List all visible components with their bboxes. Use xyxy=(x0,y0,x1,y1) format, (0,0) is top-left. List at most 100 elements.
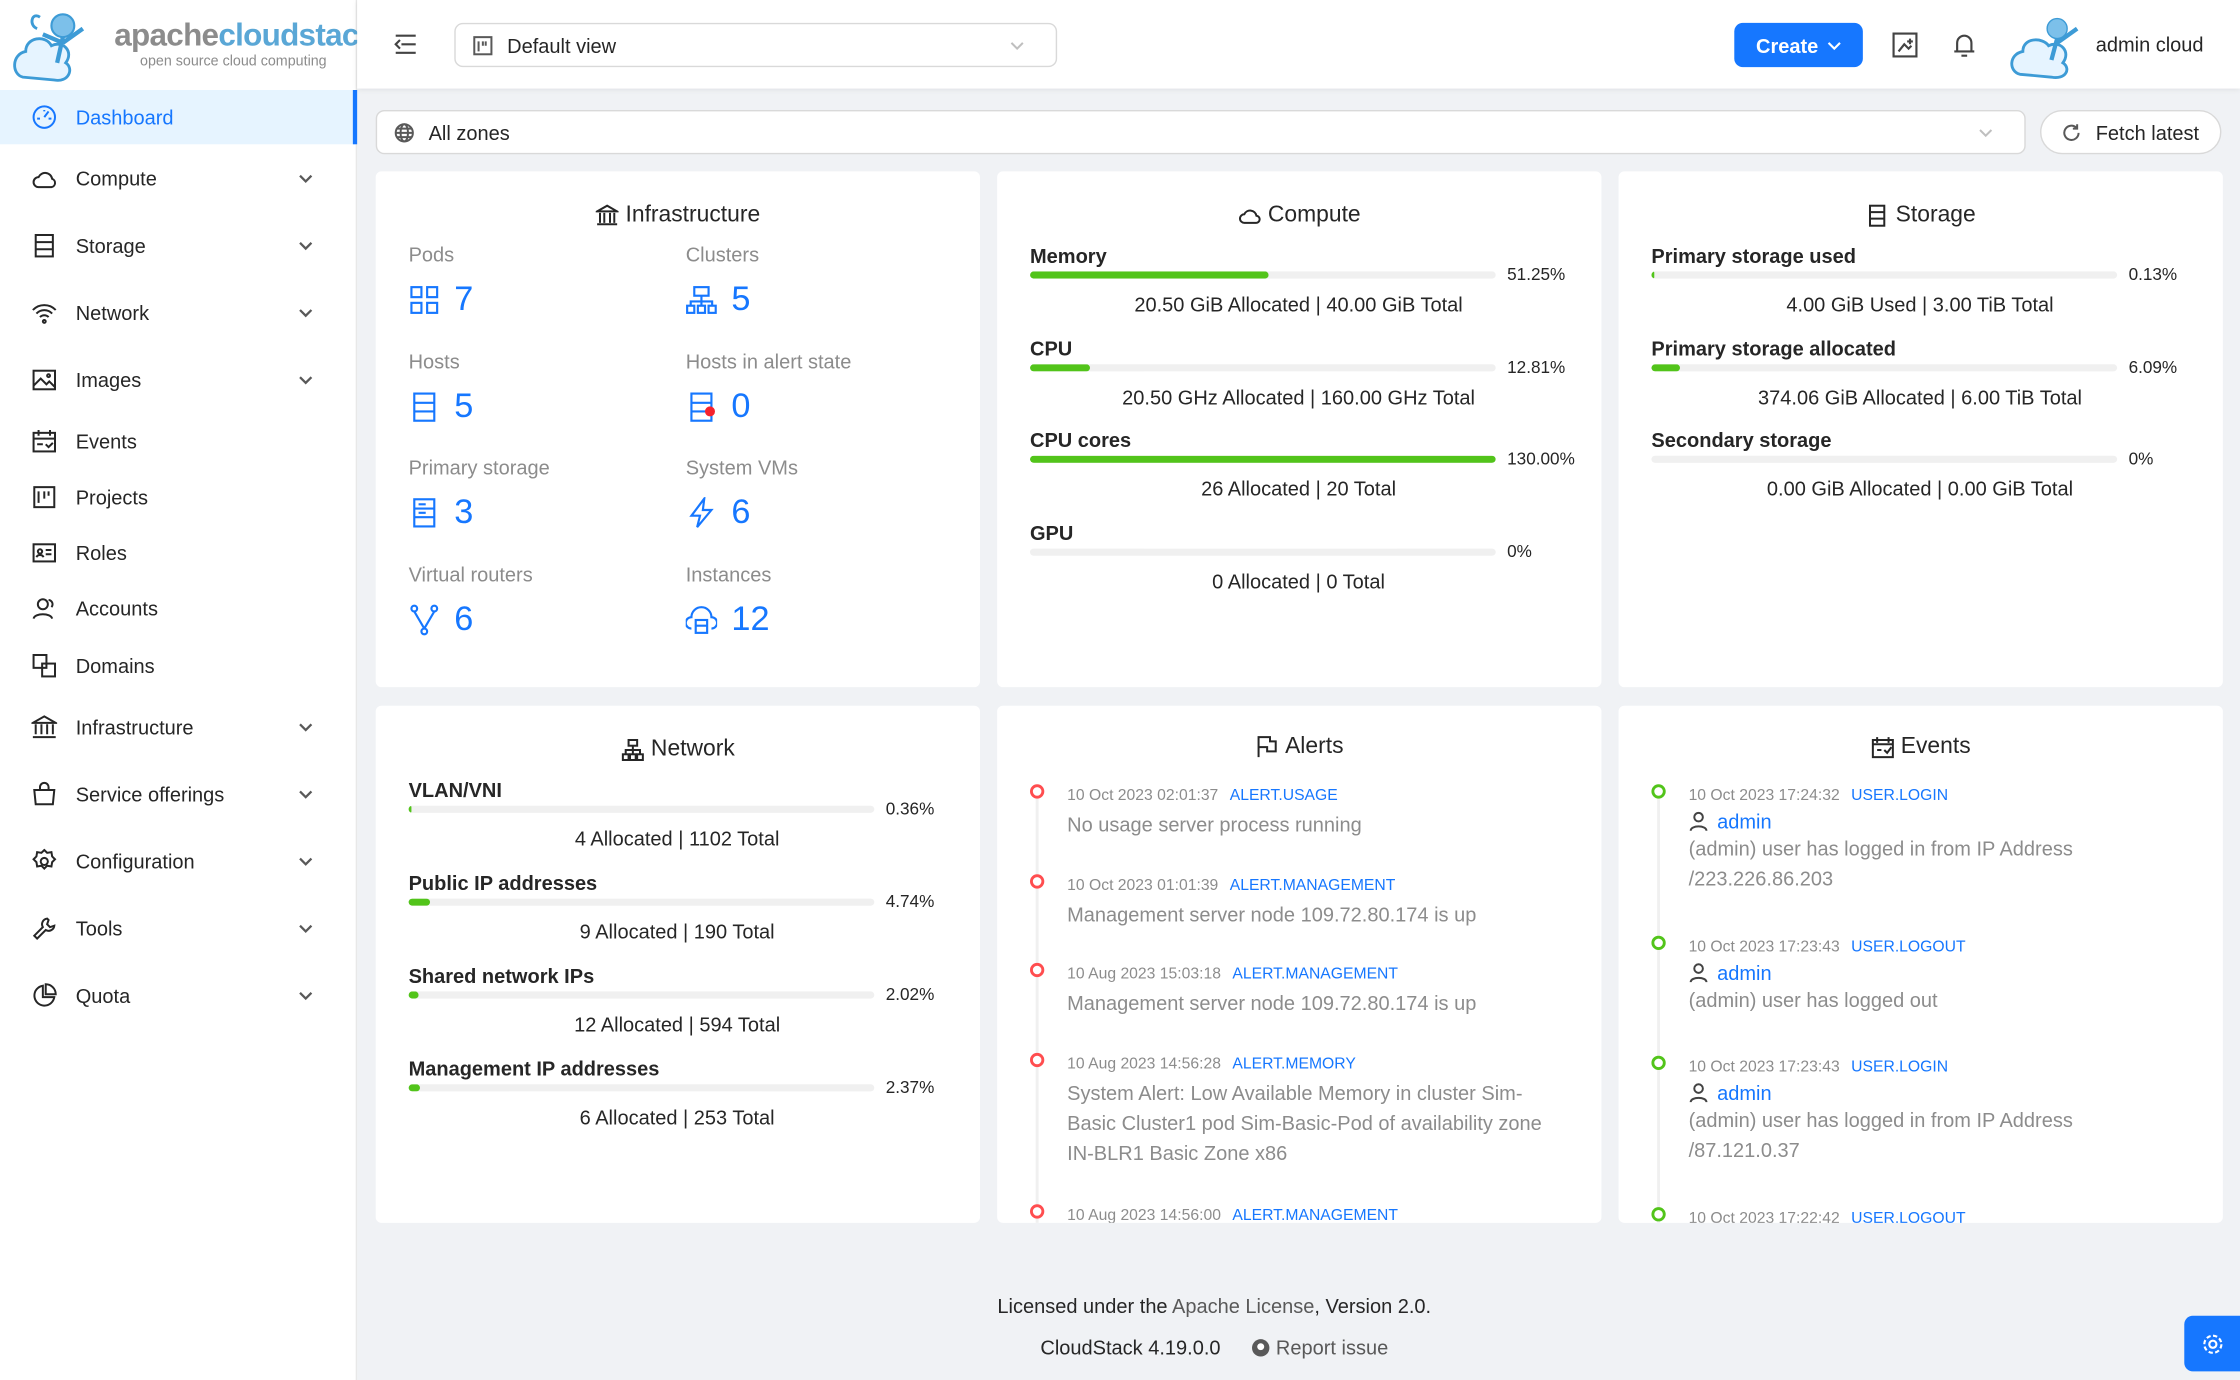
infra-stat-primary-storage[interactable]: Primary storage 3 xyxy=(409,456,550,533)
cloud-icon xyxy=(1238,209,1260,224)
user-name[interactable]: admin cloud xyxy=(2096,33,2204,56)
chevron-down-icon xyxy=(299,174,313,184)
event-user[interactable]: admin xyxy=(1689,810,2195,833)
sidebar-item-label: Service offerings xyxy=(75,782,225,806)
storage-icon xyxy=(34,233,54,258)
usage-cpu-cores: CPU cores 130.00% 26 Allocated | 20 Tota… xyxy=(1029,429,1575,500)
dashboard-view-select[interactable]: Default view xyxy=(454,22,1058,68)
pie-chart-icon xyxy=(33,983,57,1007)
sidebar-item-configuration[interactable]: Configuration xyxy=(0,834,357,888)
sidebar-item-quota[interactable]: Quota xyxy=(0,969,357,1023)
usage-label: Secondary storage xyxy=(1651,428,1832,452)
event-item[interactable]: 10 Oct 2023 17:24:32 USER.LOGIN admin (ad… xyxy=(1651,781,2194,894)
stat-value: 3 xyxy=(454,492,474,532)
sidebar-item-domains[interactable]: Domains xyxy=(0,639,357,693)
alert-type[interactable]: ALERT.MANAGEMENT xyxy=(1230,877,1396,894)
alert-type[interactable]: ALERT.USAGE xyxy=(1230,787,1338,804)
infrastructure-card: Infrastructure Pods 7 Clusters 5 Hosts 5… xyxy=(375,171,980,688)
cloud-server-icon xyxy=(685,605,718,634)
alert-type[interactable]: ALERT.MANAGEMENT xyxy=(1232,1207,1398,1223)
fetch-latest-button[interactable]: Fetch latest xyxy=(2039,109,2222,155)
sidebar-item-roles[interactable]: Roles xyxy=(0,526,357,580)
apartment-icon xyxy=(621,738,644,761)
infra-stat-hosts[interactable]: Hosts 5 xyxy=(409,349,474,426)
alert-item[interactable]: 10 Aug 2023 14:56:00 ALERT.MANAGEMENT xyxy=(1029,1201,1573,1223)
sidebar-item-dashboard[interactable]: Dashboard xyxy=(0,89,358,145)
usage-progress-fill xyxy=(1029,455,1496,463)
block-icon xyxy=(32,653,56,678)
license-version-text: , Version 2.0. xyxy=(1314,1294,1432,1318)
settings-drawer-button[interactable] xyxy=(2184,1315,2240,1372)
usage-percent: 0.36% xyxy=(885,798,935,819)
license-text: Licensed under the xyxy=(997,1294,1173,1318)
sidebar-item-images[interactable]: Images xyxy=(0,353,357,407)
infra-stat-pods[interactable]: Pods 7 xyxy=(409,243,474,320)
event-dot xyxy=(1651,1055,1666,1070)
sidebar-item-network[interactable]: Network xyxy=(0,286,357,340)
sidebar-item-accounts[interactable]: Accounts xyxy=(0,581,357,635)
project-switch-icon[interactable] xyxy=(1891,31,1918,58)
sidebar-item-label: Quota xyxy=(75,984,131,1008)
infra-stat-hosts-in-alert-state[interactable]: Hosts in alert state 0 xyxy=(686,349,852,426)
stat-label: Primary storage xyxy=(408,455,550,479)
zone-select[interactable]: All zones xyxy=(375,109,2026,155)
event-item[interactable]: 10 Oct 2023 17:23:43 USER.LOGOUT admin (a… xyxy=(1651,933,2194,1016)
stat-value: 12 xyxy=(731,599,770,638)
menu-fold-icon[interactable] xyxy=(393,31,419,57)
event-time: 10 Oct 2023 17:24:32 xyxy=(1688,787,1840,805)
usage-progress-fill xyxy=(408,991,418,999)
sidebar-item-tools[interactable]: Tools xyxy=(0,901,357,955)
sidebar-item-compute[interactable]: Compute xyxy=(0,151,357,205)
alert-item[interactable]: 10 Oct 2023 02:01:37 ALERT.USAGE No usage… xyxy=(1029,781,1573,840)
storage-title: Storage xyxy=(1895,202,1976,228)
sidebar: apachecloudstack open source cloud compu… xyxy=(0,0,376,1380)
alert-item[interactable]: 10 Aug 2023 14:56:28 ALERT.MEMORY System … xyxy=(1029,1050,1573,1169)
bell-icon[interactable] xyxy=(1951,31,1977,58)
wifi-icon xyxy=(32,304,57,324)
event-type[interactable]: USER.LOGOUT xyxy=(1851,1210,1965,1223)
usage-primary-storage-allocated: Primary storage allocated 6.09% 374.06 G… xyxy=(1651,336,2194,408)
apache-license-link[interactable]: Apache License xyxy=(1172,1294,1314,1317)
stat-value: 7 xyxy=(454,279,474,319)
alert-item[interactable]: 10 Oct 2023 01:01:39 ALERT.MANAGEMENT Man… xyxy=(1029,871,1573,930)
usage-percent: 6.09% xyxy=(2128,356,2178,377)
infra-stat-virtual-routers[interactable]: Virtual routers 6 xyxy=(409,562,533,639)
sidebar-item-service-offerings[interactable]: Service offerings xyxy=(0,767,357,821)
sidebar-item-projects[interactable]: Projects xyxy=(0,470,357,524)
sidebar-item-storage[interactable]: Storage xyxy=(0,219,357,273)
report-issue-link[interactable]: Report issue xyxy=(1252,1336,1388,1359)
event-type[interactable]: USER.LOGIN xyxy=(1851,787,1948,804)
stat-label: Hosts in alert state xyxy=(685,349,852,373)
bank-icon xyxy=(595,204,619,226)
create-button[interactable]: Create xyxy=(1734,22,1863,68)
event-type[interactable]: USER.LOGOUT xyxy=(1851,939,1965,956)
alert-type[interactable]: ALERT.MANAGEMENT xyxy=(1232,966,1398,983)
sidebar-item-infrastructure[interactable]: Infrastructure xyxy=(0,700,357,754)
event-item[interactable]: 10 Oct 2023 17:23:43 USER.LOGIN admin (ad… xyxy=(1651,1053,2194,1166)
sidebar-item-events[interactable]: Events xyxy=(0,414,357,468)
zone-select-value: All zones xyxy=(428,120,510,144)
usage-label: VLAN/VNI xyxy=(408,778,502,802)
report-issue-label: Report issue xyxy=(1275,1335,1389,1359)
infra-stat-instances[interactable]: Instances 12 xyxy=(685,562,771,639)
logo[interactable]: apachecloudstack open source cloud compu… xyxy=(11,6,376,86)
event-item[interactable]: 10 Oct 2023 17:22:42 USER.LOGOUT xyxy=(1651,1204,2194,1223)
event-user[interactable]: admin xyxy=(1689,961,2195,984)
usage-summary: 9 Allocated | 190 Total xyxy=(579,919,775,943)
chevron-down-icon xyxy=(1827,41,1841,50)
layout-icon xyxy=(473,35,493,55)
event-type[interactable]: USER.LOGIN xyxy=(1851,1059,1948,1076)
usage-label: Primary storage allocated xyxy=(1651,336,1896,360)
event-user[interactable]: admin xyxy=(1689,1081,2195,1104)
alert-item[interactable]: 10 Aug 2023 15:03:18 ALERT.MANAGEMENT Man… xyxy=(1029,960,1573,1019)
avatar[interactable] xyxy=(2009,11,2089,80)
alert-type[interactable]: ALERT.MEMORY xyxy=(1232,1056,1355,1073)
usage-summary: 374.06 GiB Allocated | 6.00 TiB Total xyxy=(1758,384,2082,408)
alert-time: 10 Oct 2023 02:01:37 xyxy=(1067,787,1219,805)
infra-stat-clusters[interactable]: Clusters 5 xyxy=(686,243,759,320)
event-dot xyxy=(1651,1207,1666,1222)
infra-stat-system-vms[interactable]: System VMs 6 xyxy=(686,456,798,533)
stat-label: System VMs xyxy=(685,455,798,479)
sidebar-item-label: Roles xyxy=(75,541,127,565)
sidebar-item-label: Domains xyxy=(75,654,155,678)
